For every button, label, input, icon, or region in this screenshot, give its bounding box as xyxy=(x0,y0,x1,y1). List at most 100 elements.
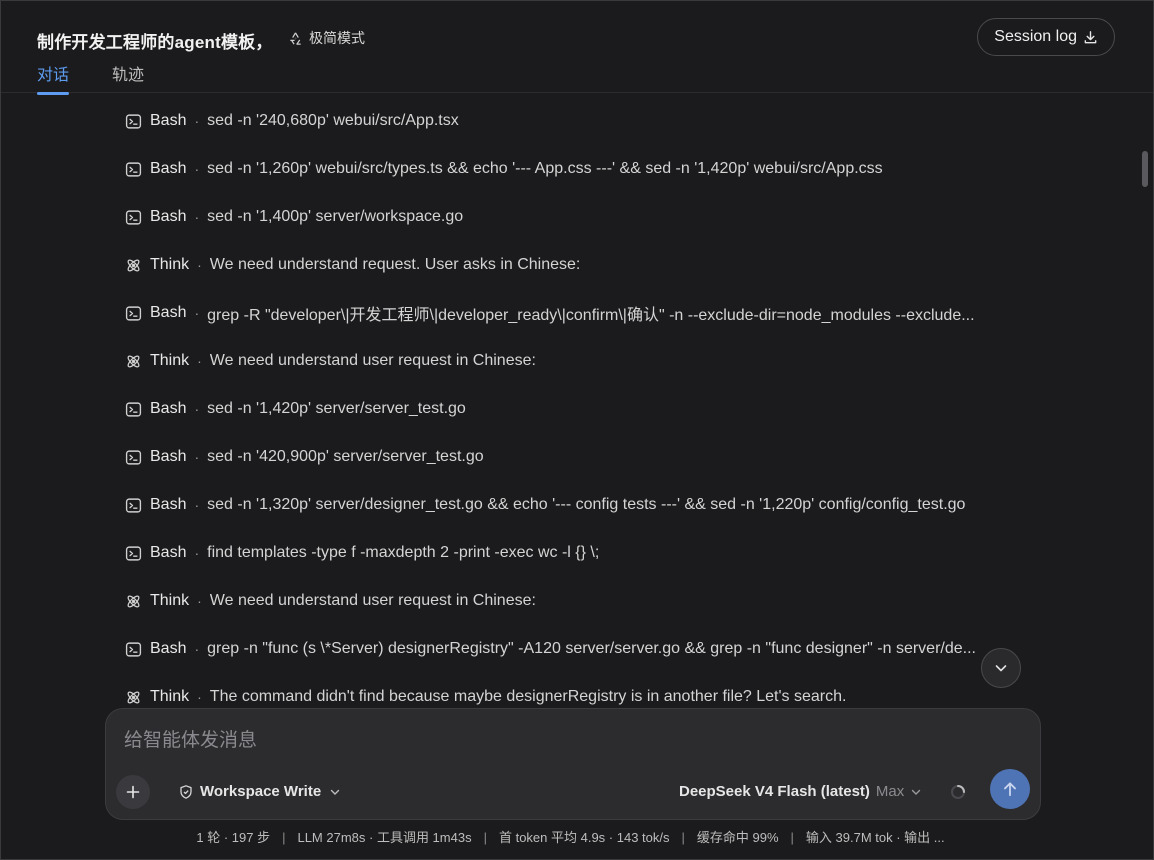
chevron-down-icon xyxy=(330,789,340,795)
separator-dot: · xyxy=(194,545,200,561)
log-item-text: We need understand user request in Chine… xyxy=(209,592,536,609)
log-item-kind: Bash xyxy=(150,496,187,513)
scroll-to-bottom-button[interactable] xyxy=(981,648,1021,688)
minimal-mode-label: 极简模式 xyxy=(309,30,365,46)
separator-dot: · xyxy=(194,161,200,177)
log-item-kind: Think xyxy=(150,688,190,705)
message-input[interactable] xyxy=(124,727,1014,755)
status-first-token: 首 token 平均 4.9s · 143 tok/s xyxy=(498,830,670,845)
log-item-text: sed -n '420,900p' server/server_test.go xyxy=(207,448,484,465)
terminal-icon xyxy=(125,305,142,322)
status-turns: 1 轮 · 197 步 xyxy=(196,830,271,845)
separator-dot: · xyxy=(197,689,202,705)
log-item-text: sed -n '1,420p' server/server_test.go xyxy=(207,400,466,417)
tab-conversation[interactable]: 对话 xyxy=(37,61,70,95)
atom-icon xyxy=(125,593,142,610)
session-log-button[interactable]: Session log xyxy=(977,18,1115,56)
log-item-text: We need understand request. User asks in… xyxy=(209,256,581,273)
log-item-kind: Bash xyxy=(150,544,187,561)
scrollbar-thumb[interactable] xyxy=(1142,151,1148,187)
log-item[interactable]: Bash · sed -n '240,680p' webui/src/App.tsx xyxy=(125,97,1025,145)
separator-dot: · xyxy=(194,305,200,321)
separator-dot: · xyxy=(194,209,200,225)
log-item-text: sed -n '1,400p' server/workspace.go xyxy=(207,208,464,225)
arrow-up-icon xyxy=(1004,782,1016,797)
recycle-icon xyxy=(290,32,301,45)
log-item[interactable]: Bash · sed -n '1,260p' webui/src/types.ts … xyxy=(125,145,1025,193)
log-item-text: grep -R "developer\|开发工程师\|developer_rea… xyxy=(207,307,975,324)
permission-label: Workspace Write xyxy=(200,783,322,800)
log-item-text: grep -n "func (s \*Server) designerRegis… xyxy=(207,640,976,657)
send-button[interactable] xyxy=(990,769,1030,809)
terminal-icon xyxy=(125,113,142,130)
model-level: Max xyxy=(875,783,905,800)
log-item-kind: Bash xyxy=(150,160,187,177)
log-item-text: We need understand user request in Chine… xyxy=(209,352,536,369)
status-bar: 1 轮 · 197 步 | LLM 27m8s · 工具调用 1m43s | 首 tok… xyxy=(196,830,945,845)
log-item[interactable]: Bash · grep -R "developer\|开发工程师\|develope… xyxy=(125,289,1025,337)
message-composer: Workspace Write DeepSeek V4 Flash (lates… xyxy=(105,708,1041,820)
separator-dot: · xyxy=(194,401,200,417)
status-timing: LLM 27m8s · 工具调用 1m43s xyxy=(297,830,472,845)
log-item[interactable]: Bash · sed -n '1,400p' server/workspace.go xyxy=(125,193,1025,241)
log-item-kind: Bash xyxy=(150,112,187,129)
status-cache: 缓存命中 99% xyxy=(696,830,779,845)
chevron-down-icon xyxy=(995,665,1007,672)
status-io: 输入 39.7M tok · 输出 ... xyxy=(805,830,945,845)
activity-log: Bash · sed -n '240,680p' webui/src/App.tsx… xyxy=(125,97,1025,721)
separator-dot: · xyxy=(194,497,200,513)
log-item[interactable]: Think · We need understand request. User a… xyxy=(125,241,1025,289)
scrollbar[interactable] xyxy=(1140,93,1150,708)
loading-spinner-icon xyxy=(951,785,965,799)
atom-icon xyxy=(125,257,142,274)
add-attachment-button[interactable] xyxy=(116,775,150,809)
log-item[interactable]: Bash · sed -n '1,320p' server/designer_tes… xyxy=(125,481,1025,529)
log-item[interactable]: Bash · sed -n '420,900p' server/server_tes… xyxy=(125,433,1025,481)
model-selector[interactable]: DeepSeek V4 Flash (latest) Max xyxy=(679,783,922,800)
tab-bar: 对话 轨迹 xyxy=(37,61,144,95)
shield-icon xyxy=(180,784,192,799)
log-item[interactable]: Bash · grep -n "func (s \*Server) designer… xyxy=(125,625,1025,673)
terminal-icon xyxy=(125,209,142,226)
log-item-kind: Think xyxy=(150,352,190,369)
chevron-down-icon xyxy=(912,789,921,795)
terminal-icon xyxy=(125,401,142,418)
plus-icon xyxy=(126,785,140,799)
log-item-text: The command didn't find because maybe de… xyxy=(209,688,847,705)
terminal-icon xyxy=(125,641,142,658)
terminal-icon xyxy=(125,497,142,514)
minimal-mode-toggle[interactable]: 极简模式 xyxy=(288,28,365,48)
page-title: 制作开发工程师的agent模板， xyxy=(37,33,273,52)
terminal-icon xyxy=(125,449,142,466)
separator-dot: · xyxy=(197,353,202,369)
separator-dot: · xyxy=(194,641,200,657)
permission-selector[interactable]: Workspace Write xyxy=(178,783,341,800)
atom-icon xyxy=(125,353,142,370)
log-item-text: find templates -type f -maxdepth 2 -prin… xyxy=(207,544,600,561)
log-item[interactable]: Think · We need understand user request in… xyxy=(125,577,1025,625)
separator-dot: · xyxy=(197,257,202,273)
log-item-kind: Bash xyxy=(150,400,187,417)
log-item-text: sed -n '1,320p' server/designer_test.go … xyxy=(207,496,966,513)
log-item-kind: Think xyxy=(150,592,190,609)
log-item[interactable]: Bash · sed -n '1,420p' server/server_test.… xyxy=(125,385,1025,433)
atom-icon xyxy=(125,689,142,706)
header: 制作开发工程师的agent模板， 极简模式 Session log 对话 轨迹 xyxy=(1,1,1153,95)
model-name: DeepSeek V4 Flash (latest) xyxy=(679,783,870,800)
log-item-kind: Bash xyxy=(150,304,187,321)
separator-dot: · xyxy=(194,113,200,129)
log-item[interactable]: Bash · find templates -type f -maxdepth 2 … xyxy=(125,529,1025,577)
terminal-icon xyxy=(125,161,142,178)
separator-dot: · xyxy=(194,449,200,465)
terminal-icon xyxy=(125,545,142,562)
log-item-kind: Think xyxy=(150,256,190,273)
log-item-kind: Bash xyxy=(150,208,187,225)
log-item-kind: Bash xyxy=(150,640,187,657)
log-item-text: sed -n '240,680p' webui/src/App.tsx xyxy=(207,112,459,129)
log-item-text: sed -n '1,260p' webui/src/types.ts && ec… xyxy=(207,160,883,177)
separator-dot: · xyxy=(197,593,202,609)
tab-trajectory[interactable]: 轨迹 xyxy=(112,61,144,93)
app-window: 制作开发工程师的agent模板， 极简模式 Session log 对话 轨迹 … xyxy=(0,0,1154,860)
log-item[interactable]: Think · We need understand user request in… xyxy=(125,337,1025,385)
session-log-label: Session log xyxy=(994,28,1077,45)
